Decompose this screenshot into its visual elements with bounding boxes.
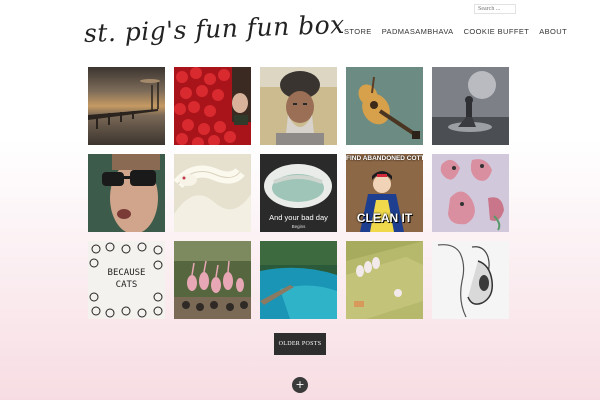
post-thumb-guitar[interactable] — [346, 67, 423, 145]
site-logo[interactable]: st. pig's fun fun box — [83, 9, 345, 52]
post-thumb-sketch[interactable] — [432, 241, 509, 319]
main-nav: STORE PADMASAMBHAVA COOKIE BUFFET ABOUT — [344, 27, 567, 36]
older-posts-button[interactable]: OLDER POSTS — [274, 333, 326, 355]
meme-bottom-text: CLEAN IT — [356, 211, 413, 225]
post-thumb-flamingos[interactable] — [174, 241, 251, 319]
post-grid: And your bad day Begins FIND ABANDONED C… — [88, 67, 512, 319]
search-input[interactable] — [474, 4, 516, 14]
meme-top-text: FIND ABANDONED COTTAGE — [346, 155, 423, 162]
post-thumb-roses[interactable] — [174, 67, 251, 145]
white-snake-image — [174, 154, 251, 232]
old-man-turban-image — [260, 67, 337, 145]
post-thumb-creatures[interactable] — [432, 154, 509, 232]
nav-item-store[interactable]: STORE — [344, 27, 372, 36]
post-thumb-old-man[interactable] — [260, 67, 337, 145]
nav-item-cookie-buffet[interactable]: COOKIE BUFFET — [464, 27, 530, 36]
post-thumb-lake[interactable] — [260, 241, 337, 319]
bathtub-subcaption: Begins — [291, 224, 306, 229]
guitar-image — [346, 67, 423, 145]
post-thumb-bridge[interactable] — [88, 67, 165, 145]
post-thumb-pool[interactable] — [346, 241, 423, 319]
pencil-sketch-image — [432, 241, 509, 319]
post-thumb-moon[interactable] — [432, 67, 509, 145]
post-thumb-because-cats[interactable]: BECAUSE CATS — [88, 241, 165, 319]
flamingos-image — [174, 241, 251, 319]
bridge-sunset-image — [88, 79, 160, 129]
blue-lake-image — [260, 241, 337, 319]
moon-girl-image — [432, 67, 509, 145]
post-thumb-snow-white[interactable]: FIND ABANDONED COTTAGE CLEAN IT — [346, 154, 423, 232]
plus-icon[interactable]: + — [292, 377, 308, 393]
post-thumb-sunglasses[interactable] — [88, 154, 165, 232]
post-thumb-bathtub[interactable]: And your bad day Begins — [260, 154, 337, 232]
pink-creatures-drawing-image — [432, 154, 509, 232]
red-roses-image — [174, 67, 251, 145]
man-sunglasses-image — [88, 154, 165, 232]
bathtub-caption: And your bad day — [269, 213, 328, 222]
post-thumb-snake[interactable] — [174, 154, 251, 232]
because-cats-caption: BECAUSE CATS — [107, 268, 146, 290]
nav-item-padmasambhava[interactable]: PADMASAMBHAVA — [382, 27, 454, 36]
nav-item-about[interactable]: ABOUT — [539, 27, 567, 36]
green-pool-table-image — [346, 241, 423, 319]
